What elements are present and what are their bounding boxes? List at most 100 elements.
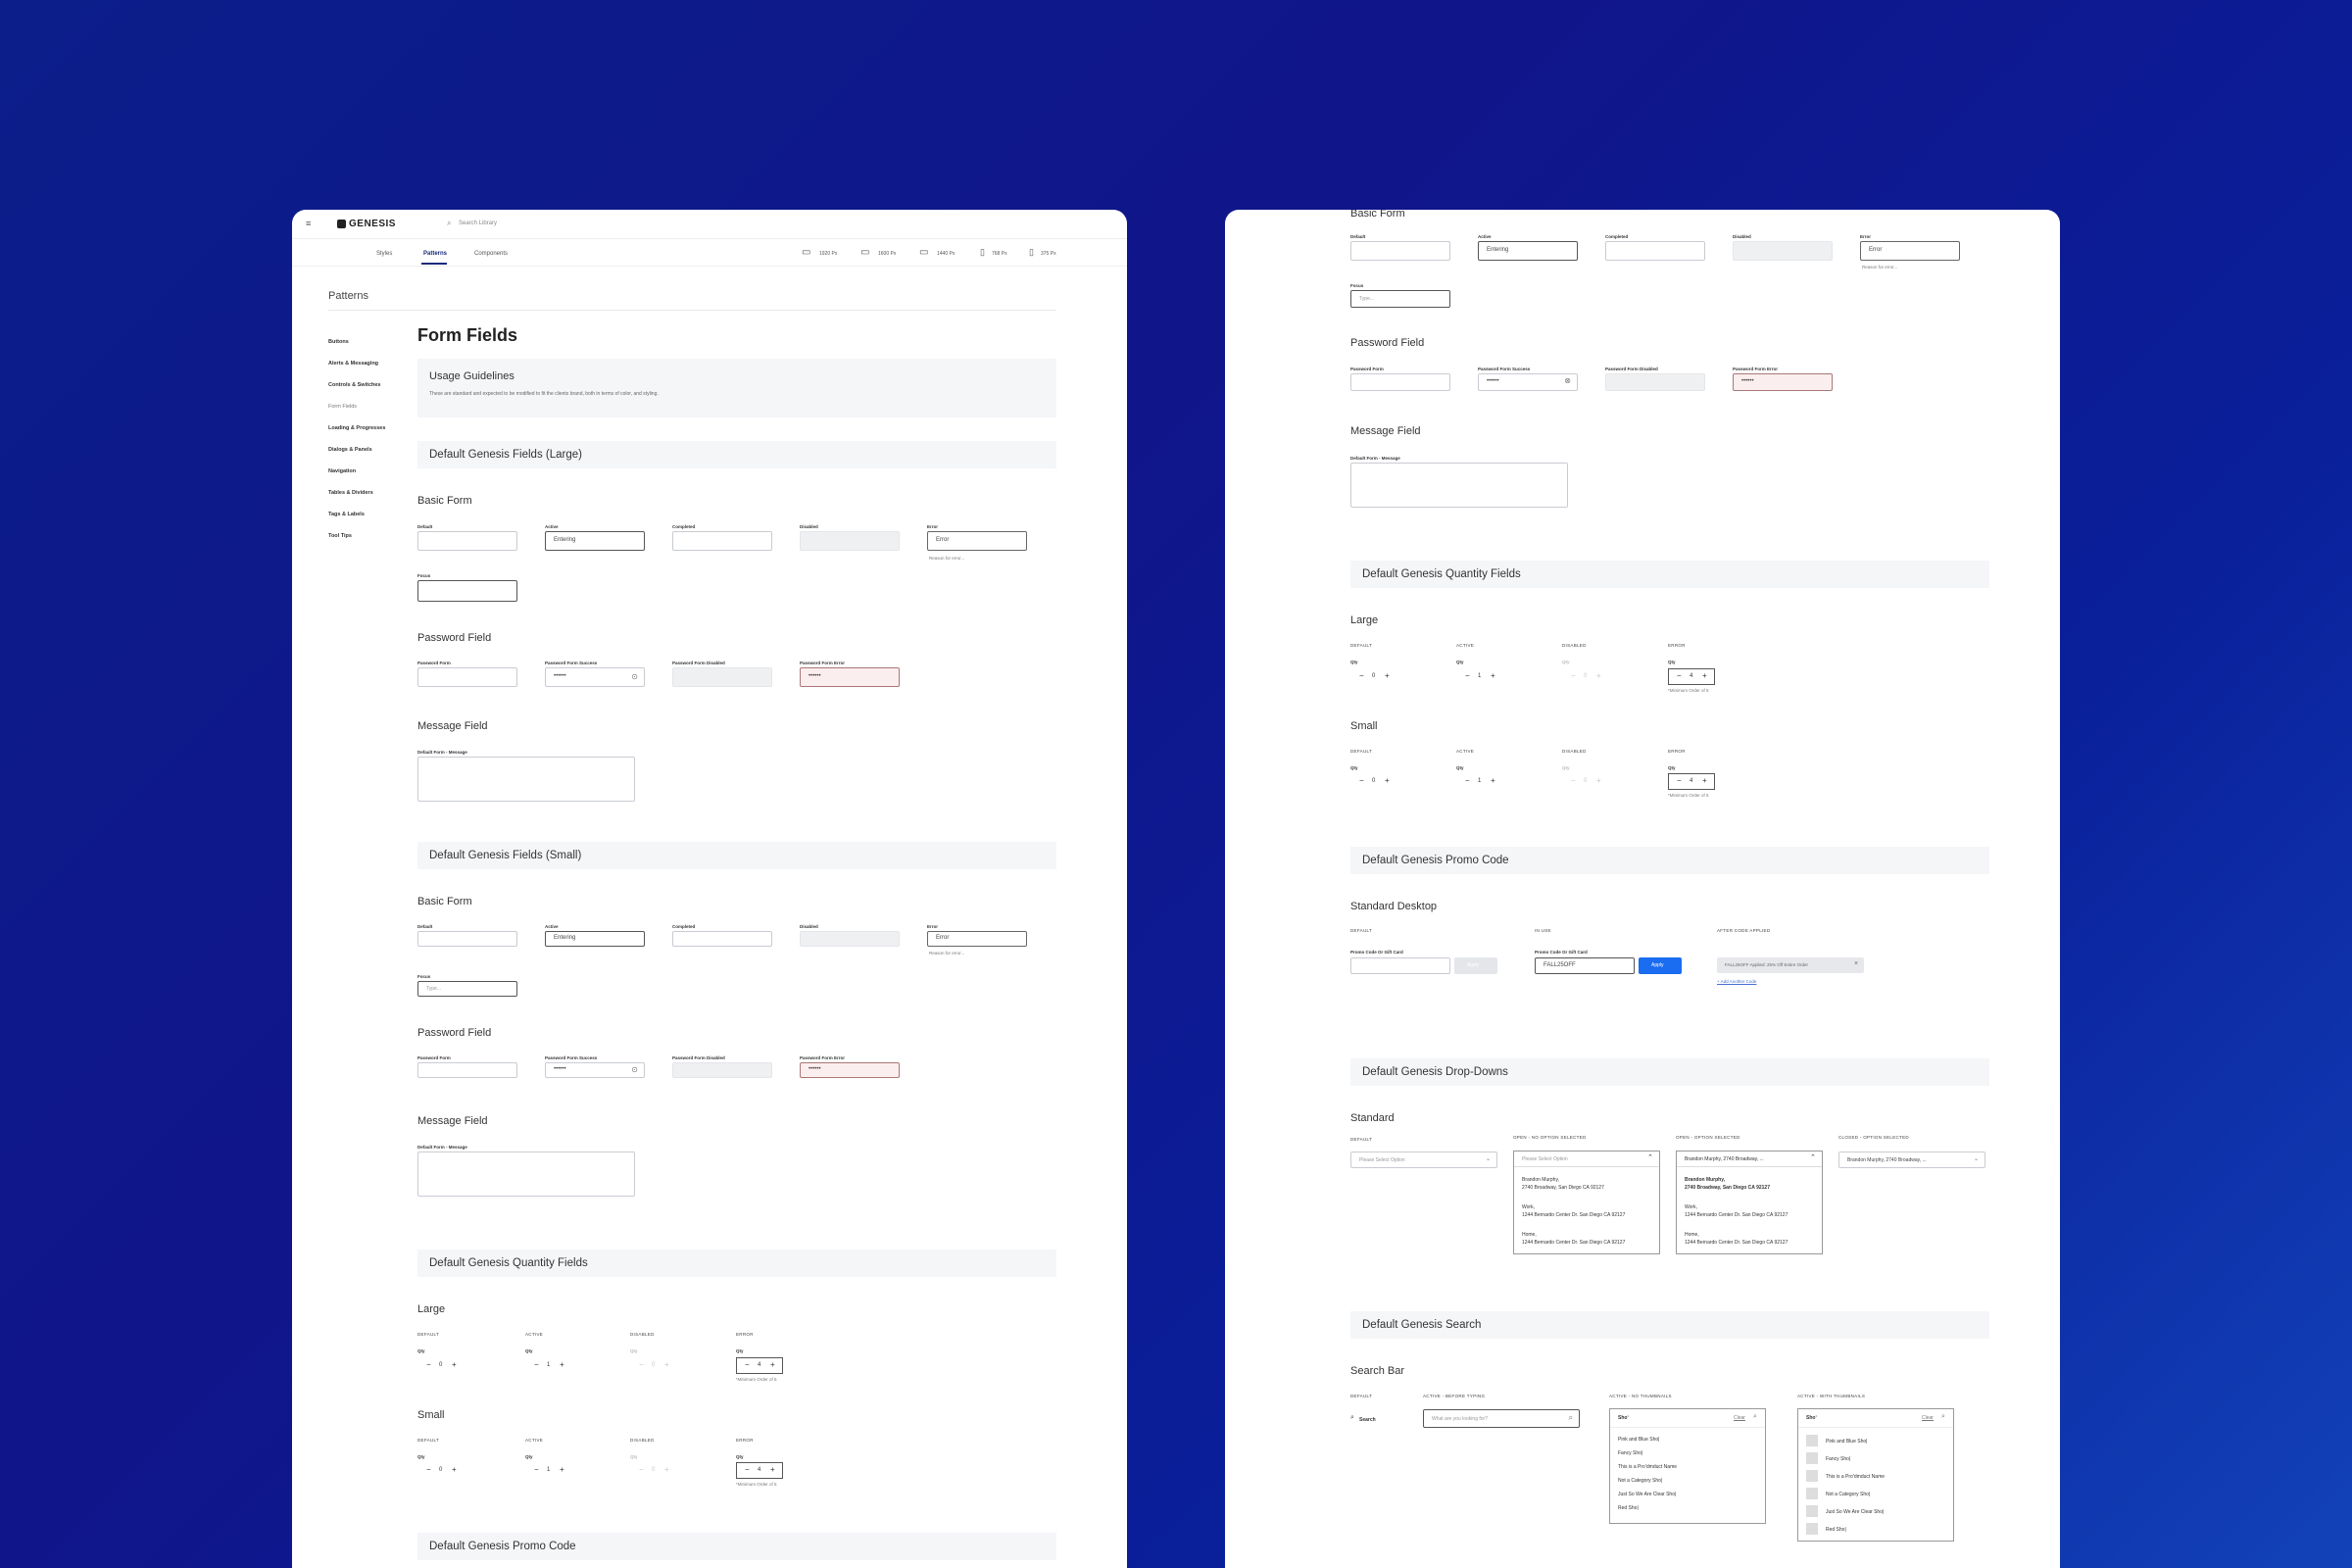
desktop-icon[interactable]: ▭ [802, 247, 810, 258]
error-input[interactable]: Error [927, 531, 1027, 551]
apply-button[interactable]: Apply [1639, 957, 1682, 974]
search-results-with-thumbnails[interactable]: Shoʻ Clear ⌕ Pink and Blue Sho| Fancy Sh… [1797, 1408, 1954, 1542]
password-error-input[interactable]: •••••• [800, 667, 900, 687]
password-success-input[interactable]: •••••• ⊗ [1478, 373, 1578, 391]
active-input-small[interactable]: Entering [545, 931, 645, 947]
error-input[interactable]: Error [1860, 241, 1960, 261]
sidebar-item-tooltips[interactable]: Tool Tips [328, 533, 352, 539]
eye-icon[interactable]: ⊙ [631, 672, 638, 681]
option-address[interactable]: 1244 Bernardo Center Dr. San Diego CA 92… [1685, 1212, 1788, 1218]
search-icon[interactable]: ⌕ [1941, 1413, 1945, 1421]
password-input-small[interactable] [417, 1062, 517, 1078]
search-result[interactable]: Red Sho| [1826, 1527, 1846, 1533]
plus-icon[interactable]: + [1491, 776, 1495, 785]
plus-icon[interactable]: + [1385, 776, 1390, 785]
qty-stepper[interactable]: − 1 + [525, 1357, 572, 1374]
password-error-input-small[interactable]: •••••• [800, 1062, 900, 1078]
plus-icon[interactable]: + [452, 1465, 457, 1474]
password-success-input[interactable]: •••••• ⊙ [545, 667, 645, 687]
search-result[interactable]: This is a Proʼdmduct Name [1826, 1474, 1885, 1480]
breakpoint-1920[interactable]: 1920 Px [819, 251, 837, 257]
message-textarea[interactable] [1350, 463, 1568, 508]
minus-icon[interactable]: − [745, 1465, 750, 1474]
completed-input[interactable] [672, 531, 772, 551]
plus-icon[interactable]: + [770, 1360, 775, 1369]
add-code-link[interactable]: + Add Another Code [1717, 979, 1756, 984]
qty-stepper[interactable]: − 0 + [1350, 668, 1397, 685]
default-input-small[interactable] [417, 931, 517, 947]
tab-styles[interactable]: Styles [376, 251, 392, 257]
plus-icon[interactable]: + [560, 1360, 564, 1369]
minus-icon[interactable]: − [1677, 776, 1682, 785]
minus-icon[interactable]: − [1465, 671, 1470, 680]
search-label[interactable]: Search [1359, 1417, 1376, 1423]
tab-components[interactable]: Components [474, 251, 508, 257]
close-icon[interactable]: × [1854, 960, 1858, 967]
eye-icon[interactable]: ⊙ [631, 1065, 638, 1074]
option-address-selected[interactable]: 2740 Broadway, San Diego CA 92127 [1685, 1185, 1770, 1191]
message-textarea-small[interactable] [417, 1152, 635, 1197]
qty-stepper[interactable]: − 0 + [417, 1462, 465, 1479]
option-address[interactable]: 1244 Bernardo Center Dr. San Diego CA 92… [1685, 1240, 1788, 1246]
search-query[interactable]: Shoʻ [1806, 1415, 1817, 1421]
search-icon[interactable]: ⌕ [1753, 1413, 1757, 1421]
option-address[interactable]: 1244 Bernardo Center Dr. San Diego CA 92… [1522, 1240, 1625, 1246]
default-input[interactable] [417, 531, 517, 551]
minus-icon[interactable]: − [1359, 671, 1364, 680]
dropdown-default[interactable]: Please Select Option ⌄ [1350, 1152, 1497, 1168]
default-input[interactable] [1350, 241, 1450, 261]
search-result[interactable]: Red Sho| [1618, 1505, 1639, 1511]
dropdown-open-selected[interactable]: Brandon Murphy, 2740 Broadway, ... ⌃ Bra… [1676, 1151, 1823, 1254]
breakpoint-1600[interactable]: 1600 Px [878, 251, 896, 257]
desktop-icon[interactable]: ▭ [860, 247, 869, 258]
search-result[interactable]: Not a Category Sho| [1826, 1492, 1870, 1497]
focus-input[interactable] [417, 580, 517, 602]
search-result[interactable]: Pink and Blue Sho| [1618, 1437, 1659, 1443]
search-results-no-thumbnails[interactable]: Shoʻ Clear ⌕ Pink and Blue Sho| Fancy Sh… [1609, 1408, 1766, 1524]
laptop-icon[interactable]: ▭ [919, 247, 928, 258]
sidebar-item-navigation[interactable]: Navigation [328, 468, 356, 474]
password-input[interactable] [1350, 373, 1450, 391]
message-textarea[interactable] [417, 757, 635, 802]
plus-icon[interactable]: + [1491, 671, 1495, 680]
minus-icon[interactable]: − [426, 1465, 431, 1474]
search-result[interactable]: Just So We Are Clear Sho| [1826, 1509, 1884, 1515]
password-success-input-small[interactable]: •••••• ⊙ [545, 1062, 645, 1078]
minus-icon[interactable]: − [1359, 776, 1364, 785]
minus-icon[interactable]: − [1677, 671, 1682, 680]
focus-input[interactable]: Type... [1350, 290, 1450, 308]
option-address[interactable]: 1244 Bernardo Center Dr. San Diego CA 92… [1522, 1212, 1625, 1218]
option-name[interactable]: Home, [1685, 1232, 1699, 1238]
minus-icon[interactable]: − [1465, 776, 1470, 785]
promo-input[interactable] [1350, 957, 1450, 974]
error-input-small[interactable]: Error [927, 931, 1027, 947]
menu-icon[interactable]: ≡ [306, 219, 311, 228]
tablet-icon[interactable]: ▯ [980, 247, 985, 258]
qty-stepper[interactable]: − 1 + [525, 1462, 572, 1479]
sidebar-item-dialogs[interactable]: Dialogs & Panels [328, 447, 372, 453]
plus-icon[interactable]: + [560, 1465, 564, 1474]
qty-stepper[interactable]: − 4 + [736, 1357, 783, 1374]
tab-patterns[interactable]: Patterns [423, 251, 447, 257]
active-input[interactable]: Entering [1478, 241, 1578, 261]
plus-icon[interactable]: + [1385, 671, 1390, 680]
sidebar-item-alerts[interactable]: Alerts & Messaging [328, 361, 378, 367]
qty-stepper[interactable]: − 1 + [1456, 668, 1503, 685]
sidebar-item-controls[interactable]: Controls & Switches [328, 382, 380, 388]
plus-icon[interactable]: + [1702, 671, 1707, 680]
sidebar-item-form-fields[interactable]: Form Fields [328, 404, 357, 410]
option-name[interactable]: Work, [1685, 1204, 1697, 1210]
qty-stepper[interactable]: − 0 + [1350, 773, 1397, 790]
password-input[interactable] [417, 667, 517, 687]
minus-icon[interactable]: − [534, 1360, 539, 1369]
library-search-input[interactable]: Search Library [459, 220, 497, 226]
option-name[interactable]: Brandon Murphy, [1522, 1177, 1559, 1183]
breakpoint-768[interactable]: 768 Px [992, 251, 1007, 257]
completed-input[interactable] [1605, 241, 1705, 261]
clear-link[interactable]: Clear [1922, 1415, 1934, 1421]
breakpoint-375[interactable]: 375 Px [1041, 251, 1056, 257]
plus-icon[interactable]: + [452, 1360, 457, 1369]
qty-stepper[interactable]: − 4 + [1668, 773, 1715, 790]
option-name[interactable]: Work, [1522, 1204, 1535, 1210]
dropdown-open-none[interactable]: Please Select Option ⌃ Brandon Murphy, 2… [1513, 1151, 1660, 1254]
